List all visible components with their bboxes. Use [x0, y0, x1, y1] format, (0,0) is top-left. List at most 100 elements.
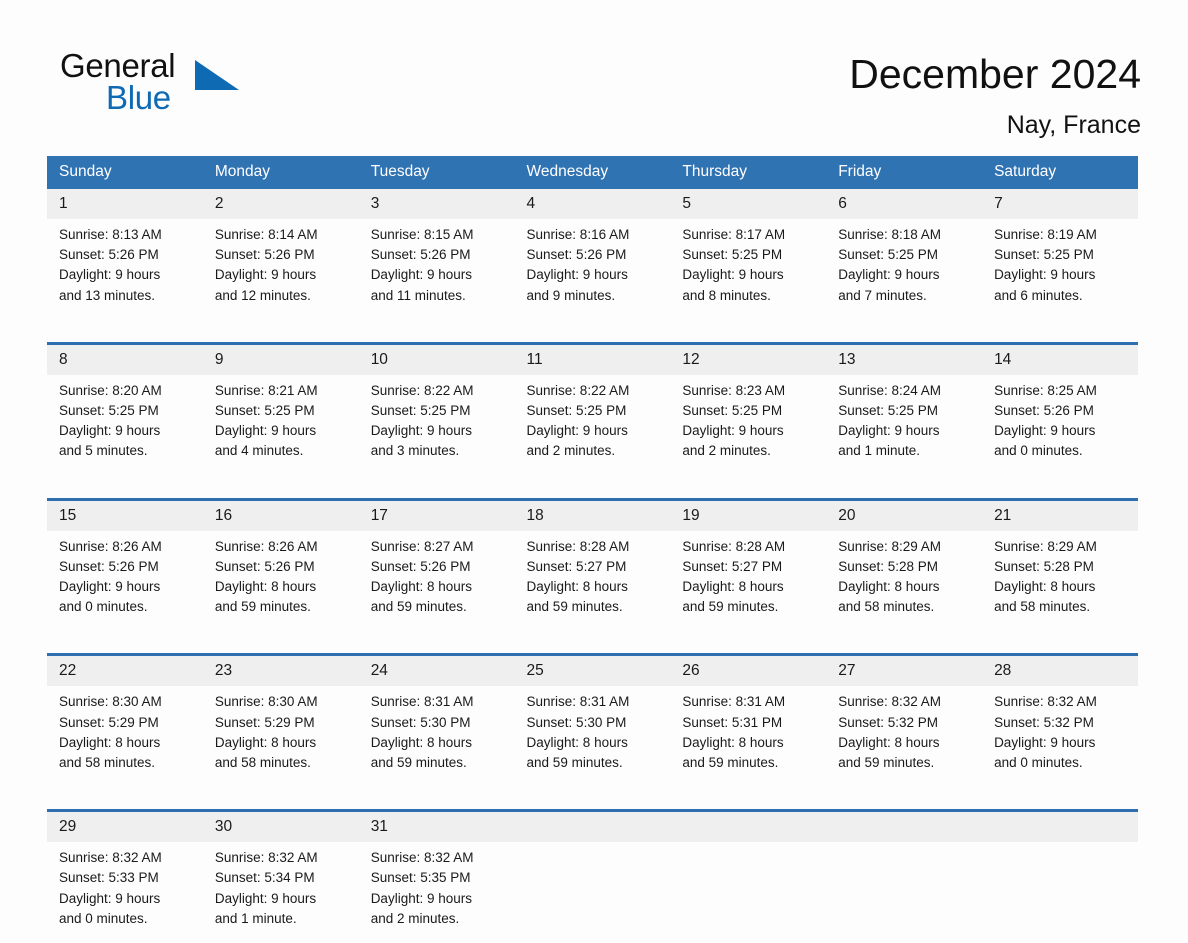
sunset-text: Sunset: 5:25 PM — [526, 403, 627, 419]
daylight-text-line2: and 59 minutes. — [370, 755, 467, 771]
day-number: 2 — [202, 189, 359, 219]
day-number — [826, 812, 983, 843]
daylight-text-line2: and 59 minutes. — [682, 755, 779, 771]
calendar-day-cell[interactable]: 14 Sunrise: 8:25 AM Sunset: 5:26 PM Dayl… — [982, 341, 1138, 476]
daylight-text-line2: and 8 minutes. — [682, 287, 771, 303]
calendar-day-cell[interactable]: 22 Sunrise: 8:30 AM Sunset: 5:29 PM Dayl… — [47, 653, 203, 788]
calendar-day-cell[interactable]: 6 Sunrise: 8:18 AM Sunset: 5:25 PM Dayli… — [826, 189, 983, 320]
day-number: 10 — [358, 344, 515, 375]
daylight-text-line2: and 12 minutes. — [214, 287, 311, 303]
calendar-day-cell[interactable]: 19 Sunrise: 8:28 AM Sunset: 5:27 PM Dayl… — [670, 497, 827, 632]
day-number: 31 — [358, 812, 515, 843]
day-details: Sunrise: 8:22 AM Sunset: 5:25 PM Dayligh… — [515, 375, 671, 476]
daylight-text-line1: Daylight: 9 hours — [838, 267, 940, 283]
sunset-text: Sunset: 5:26 PM — [994, 403, 1094, 419]
calendar-day-cell[interactable]: 5 Sunrise: 8:17 AM Sunset: 5:25 PM Dayli… — [670, 189, 827, 320]
calendar-day-cell[interactable]: 8 Sunrise: 8:20 AM Sunset: 5:25 PM Dayli… — [47, 341, 203, 476]
calendar-day-cell[interactable]: 31 Sunrise: 8:32 AM Sunset: 5:35 PM Dayl… — [358, 809, 515, 943]
day-details: Sunrise: 8:29 AM Sunset: 5:28 PM Dayligh… — [826, 531, 982, 632]
sunset-text: Sunset: 5:26 PM — [526, 247, 627, 263]
day-number: 19 — [670, 500, 827, 531]
day-details: Sunrise: 8:15 AM Sunset: 5:26 PM Dayligh… — [359, 219, 515, 320]
sunrise-text: Sunrise: 8:29 AM — [994, 538, 1097, 554]
daylight-text-line2: and 59 minutes. — [526, 755, 623, 771]
sunset-text: Sunset: 5:25 PM — [682, 403, 783, 419]
sunrise-text: Sunrise: 8:31 AM — [526, 694, 630, 710]
calendar-day-cell[interactable]: 16 Sunrise: 8:26 AM Sunset: 5:26 PM Dayl… — [202, 497, 359, 632]
sunset-text: Sunset: 5:25 PM — [214, 403, 315, 419]
calendar-day-cell[interactable]: 3 Sunrise: 8:15 AM Sunset: 5:26 PM Dayli… — [358, 189, 515, 320]
calendar-body: 1 Sunrise: 8:13 AM Sunset: 5:26 PM Dayli… — [47, 189, 1138, 943]
daylight-text-line1: Daylight: 8 hours — [59, 734, 161, 750]
calendar-day-cell[interactable]: 1 Sunrise: 8:13 AM Sunset: 5:26 PM Dayli… — [47, 189, 203, 320]
daylight-text-line2: and 58 minutes. — [214, 755, 311, 771]
daylight-text-line2: and 2 minutes. — [682, 443, 771, 459]
day-details: Sunrise: 8:31 AM Sunset: 5:30 PM Dayligh… — [359, 686, 515, 787]
daylight-text-line2: and 4 minutes. — [214, 443, 304, 459]
day-details: Sunrise: 8:24 AM Sunset: 5:25 PM Dayligh… — [826, 375, 982, 476]
calendar-day-cell[interactable]: 24 Sunrise: 8:31 AM Sunset: 5:30 PM Dayl… — [358, 653, 515, 788]
calendar-day-cell[interactable]: 26 Sunrise: 8:31 AM Sunset: 5:31 PM Dayl… — [670, 653, 827, 788]
calendar-day-cell[interactable]: 9 Sunrise: 8:21 AM Sunset: 5:25 PM Dayli… — [202, 341, 359, 476]
daylight-text-line1: Daylight: 9 hours — [59, 423, 161, 439]
calendar-day-cell[interactable]: 29 Sunrise: 8:32 AM Sunset: 5:33 PM Dayl… — [47, 809, 203, 943]
daylight-text-line1: Daylight: 9 hours — [838, 423, 940, 439]
calendar-day-cell[interactable]: 15 Sunrise: 8:26 AM Sunset: 5:26 PM Dayl… — [47, 497, 203, 632]
calendar-day-cell[interactable]: 20 Sunrise: 8:29 AM Sunset: 5:28 PM Dayl… — [826, 497, 983, 632]
day-details: Sunrise: 8:32 AM Sunset: 5:32 PM Dayligh… — [826, 686, 982, 787]
day-number: 8 — [47, 344, 203, 375]
brand-name-blue: Blue — [106, 79, 171, 116]
calendar-day-cell[interactable]: 27 Sunrise: 8:32 AM Sunset: 5:32 PM Dayl… — [826, 653, 983, 788]
sunrise-text: Sunrise: 8:15 AM — [370, 227, 474, 242]
calendar-day-cell[interactable]: 21 Sunrise: 8:29 AM Sunset: 5:28 PM Dayl… — [982, 497, 1138, 632]
calendar-day-cell[interactable]: 25 Sunrise: 8:31 AM Sunset: 5:30 PM Dayl… — [514, 653, 671, 788]
daylight-text-line2: and 3 minutes. — [370, 443, 460, 459]
sunset-text: Sunset: 5:31 PM — [682, 714, 783, 730]
calendar-day-cell[interactable]: 17 Sunrise: 8:27 AM Sunset: 5:26 PM Dayl… — [358, 497, 515, 632]
calendar-day-cell[interactable]: 13 Sunrise: 8:24 AM Sunset: 5:25 PM Dayl… — [826, 341, 983, 476]
day-number: 29 — [47, 812, 203, 843]
week-spacer — [47, 787, 1138, 811]
calendar-day-cell[interactable]: 4 Sunrise: 8:16 AM Sunset: 5:26 PM Dayli… — [514, 189, 671, 320]
day-details: Sunrise: 8:21 AM Sunset: 5:25 PM Dayligh… — [203, 375, 359, 476]
sunset-text: Sunset: 5:27 PM — [682, 558, 783, 574]
daylight-text-line2: and 11 minutes. — [370, 287, 466, 303]
daylight-text-line1: Daylight: 9 hours — [59, 579, 161, 595]
daylight-text-line2: and 59 minutes. — [214, 599, 311, 615]
brand-logo[interactable]: General Blue — [47, 48, 267, 120]
sunrise-text: Sunrise: 8:24 AM — [838, 382, 942, 398]
calendar-day-cell[interactable]: 30 Sunrise: 8:32 AM Sunset: 5:34 PM Dayl… — [202, 809, 359, 943]
week-spacer — [47, 319, 1138, 344]
daylight-text-line1: Daylight: 9 hours — [682, 267, 784, 283]
calendar-day-cell[interactable]: 11 Sunrise: 8:22 AM Sunset: 5:25 PM Dayl… — [514, 341, 671, 476]
day-number: 20 — [826, 500, 983, 531]
daylight-text-line1: Daylight: 8 hours — [994, 579, 1096, 595]
calendar-day-cell[interactable]: 18 Sunrise: 8:28 AM Sunset: 5:27 PM Dayl… — [514, 497, 671, 632]
day-number: 12 — [670, 344, 827, 375]
sunset-text: Sunset: 5:26 PM — [370, 247, 471, 263]
weekday-header-sunday: Sunday — [47, 156, 203, 189]
calendar-day-cell[interactable]: 2 Sunrise: 8:14 AM Sunset: 5:26 PM Dayli… — [202, 189, 359, 320]
sunrise-text: Sunrise: 8:20 AM — [59, 382, 162, 398]
sunset-text: Sunset: 5:26 PM — [214, 247, 315, 263]
day-number: 25 — [514, 656, 671, 687]
calendar-day-cell[interactable]: 10 Sunrise: 8:22 AM Sunset: 5:25 PM Dayl… — [358, 341, 515, 476]
sunrise-text: Sunrise: 8:26 AM — [214, 538, 318, 554]
title-block: December 2024 Nay, France — [849, 48, 1141, 142]
day-number: 24 — [358, 656, 515, 687]
daylight-text-line1: Daylight: 9 hours — [526, 267, 628, 283]
day-details: Sunrise: 8:28 AM Sunset: 5:27 PM Dayligh… — [670, 531, 826, 632]
daylight-text-line2: and 6 minutes. — [994, 287, 1083, 303]
calendar-day-cell[interactable]: 12 Sunrise: 8:23 AM Sunset: 5:25 PM Dayl… — [670, 341, 827, 476]
calendar-day-cell[interactable]: 28 Sunrise: 8:32 AM Sunset: 5:32 PM Dayl… — [982, 653, 1138, 788]
day-number: 27 — [826, 656, 983, 687]
daylight-text-line1: Daylight: 8 hours — [838, 579, 940, 595]
day-number — [670, 812, 827, 843]
daylight-text-line1: Daylight: 8 hours — [526, 734, 628, 750]
calendar-week-row: 8 Sunrise: 8:20 AM Sunset: 5:25 PM Dayli… — [47, 341, 1138, 476]
day-number: 22 — [47, 656, 203, 687]
sunrise-text: Sunrise: 8:30 AM — [214, 694, 318, 710]
calendar-day-cell[interactable]: 23 Sunrise: 8:30 AM Sunset: 5:29 PM Dayl… — [202, 653, 359, 788]
sunrise-text: Sunrise: 8:22 AM — [526, 382, 630, 398]
calendar-day-cell[interactable]: 7 Sunrise: 8:19 AM Sunset: 5:25 PM Dayli… — [982, 189, 1138, 320]
